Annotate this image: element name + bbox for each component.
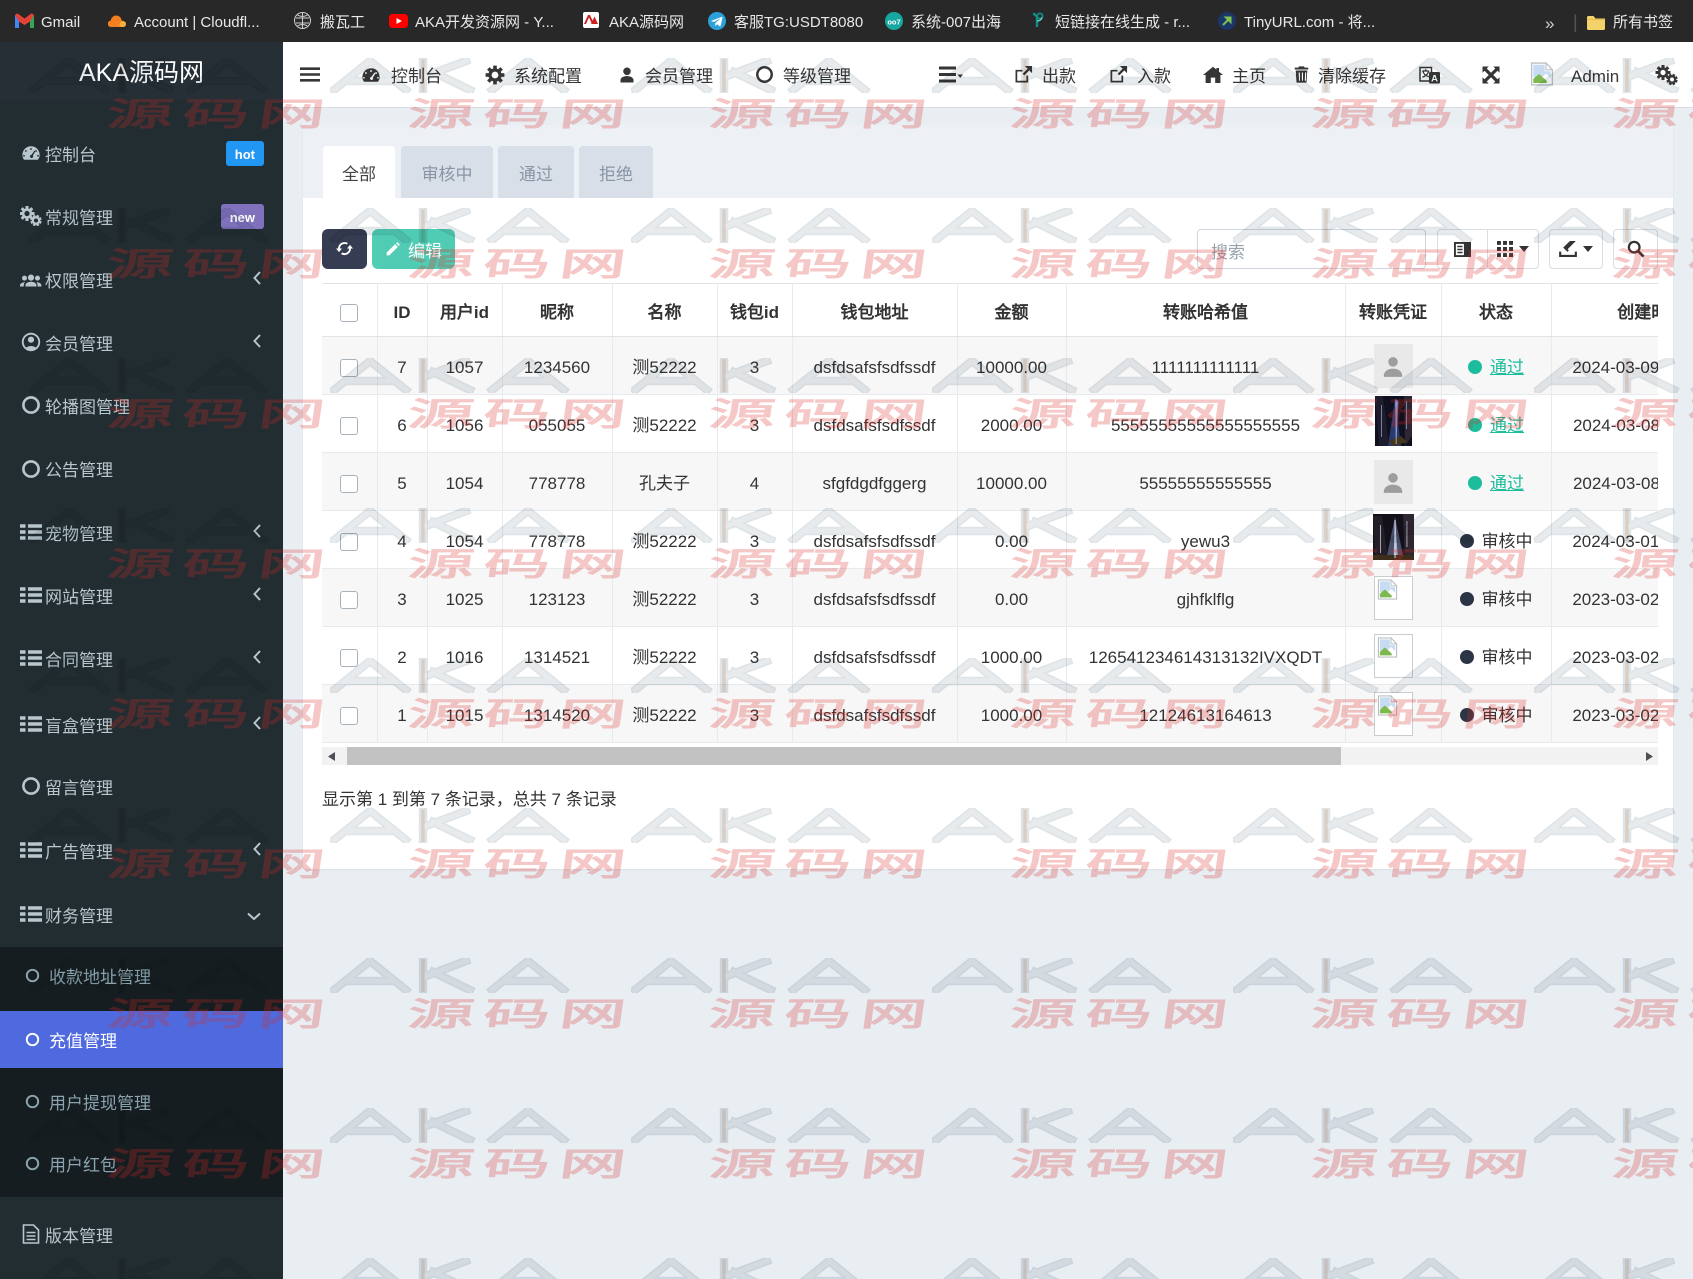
svg-text:oo7: oo7	[887, 18, 900, 27]
